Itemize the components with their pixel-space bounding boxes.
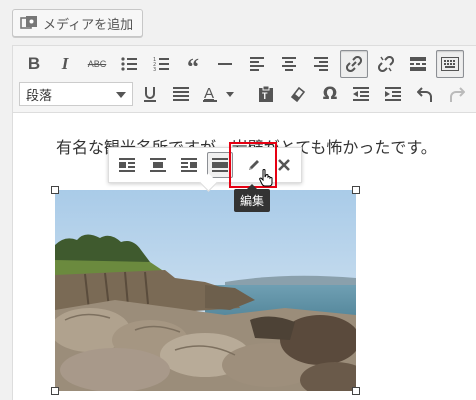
- numbered-list-button[interactable]: 123: [147, 50, 175, 78]
- editor-screen: メディアを追加 B I ABC 123 “ 段落 A T Ω 編集: [0, 0, 476, 400]
- bold-button[interactable]: B: [20, 50, 48, 78]
- resize-handle-top-left[interactable]: [51, 186, 59, 194]
- unlink-icon: [378, 56, 394, 72]
- redo-button[interactable]: [443, 80, 471, 108]
- horizontal-rule-icon: [218, 63, 232, 65]
- edit-tooltip: 編集: [234, 184, 271, 212]
- undo-button[interactable]: [411, 80, 439, 108]
- quote-icon: “: [187, 55, 199, 81]
- edit-tooltip-label: 編集: [240, 194, 265, 208]
- justify-icon: [173, 87, 189, 101]
- underline-button[interactable]: [136, 80, 164, 108]
- image-align-right-button[interactable]: [176, 152, 202, 178]
- format-select[interactable]: 段落: [19, 82, 133, 106]
- underline-icon: [144, 86, 156, 102]
- align-none-icon: [212, 158, 228, 172]
- text-color-icon: A: [203, 86, 234, 102]
- read-more-button[interactable]: [404, 50, 432, 78]
- paste-as-text-button[interactable]: T: [252, 80, 280, 108]
- bullet-list-icon: [121, 57, 137, 71]
- align-center-icon: [150, 158, 166, 172]
- indent-icon: [385, 87, 401, 101]
- blockquote-button[interactable]: “: [179, 50, 207, 81]
- italic-button[interactable]: I: [51, 50, 79, 78]
- bullet-list-button[interactable]: [115, 50, 143, 78]
- remove-link-button[interactable]: [372, 50, 400, 78]
- close-icon: [278, 159, 290, 171]
- add-media-label: メディアを追加: [43, 17, 134, 33]
- strikethrough-button[interactable]: ABC: [83, 50, 111, 78]
- image-align-center-button[interactable]: [145, 152, 171, 178]
- resize-handle-bottom-left[interactable]: [51, 387, 59, 395]
- align-right-icon: [314, 57, 328, 71]
- italic-icon: I: [61, 54, 69, 73]
- align-left-icon: [250, 57, 264, 71]
- read-more-icon: [410, 57, 426, 71]
- align-center-button[interactable]: [275, 50, 303, 78]
- align-center-icon: [282, 57, 296, 71]
- insert-link-button[interactable]: [340, 50, 368, 78]
- indent-button[interactable]: [379, 80, 407, 108]
- eraser-icon: [290, 86, 306, 102]
- special-character-button[interactable]: Ω: [316, 80, 344, 108]
- svg-text:A: A: [204, 86, 214, 102]
- align-right-button[interactable]: [307, 50, 335, 78]
- horizontal-rule-button[interactable]: [211, 50, 239, 78]
- justify-button[interactable]: [167, 80, 195, 108]
- text-color-button[interactable]: A: [199, 80, 239, 108]
- format-select-value: 段落: [26, 88, 53, 104]
- align-left-button[interactable]: [243, 50, 271, 78]
- clear-formatting-button[interactable]: [284, 80, 312, 108]
- link-icon: [346, 56, 362, 72]
- resize-handle-top-right[interactable]: [352, 186, 360, 194]
- redo-icon: [450, 87, 465, 102]
- bold-icon: B: [27, 54, 41, 73]
- align-left-icon: [119, 158, 135, 172]
- omega-icon: Ω: [322, 84, 338, 104]
- editor-toolbar: B I ABC 123 “ 段落 A T Ω: [13, 46, 476, 113]
- outdent-icon: [353, 87, 369, 101]
- svg-text:3: 3: [153, 67, 156, 71]
- editor-frame: B I ABC 123 “ 段落 A T Ω 編集: [12, 45, 476, 400]
- numbered-list-icon: 123: [153, 57, 169, 71]
- chevron-down-icon: [116, 92, 126, 98]
- add-media-button[interactable]: メディアを追加: [12, 9, 143, 37]
- hand-pointer-cursor-icon: [259, 169, 273, 191]
- align-right-icon: [181, 158, 197, 172]
- media-icon: [20, 15, 38, 31]
- coastal-rocks-photo: [55, 190, 356, 391]
- outdent-button[interactable]: [347, 80, 375, 108]
- keyboard-icon: [441, 57, 459, 71]
- toolbar-toggle-button[interactable]: [436, 50, 464, 78]
- strikethrough-icon: ABC: [87, 59, 107, 69]
- content-image[interactable]: [55, 190, 356, 391]
- image-align-left-button[interactable]: [114, 152, 140, 178]
- clipboard-icon: T: [259, 86, 273, 102]
- resize-handle-bottom-right[interactable]: [352, 387, 360, 395]
- undo-icon: [417, 87, 432, 102]
- svg-text:T: T: [262, 91, 268, 101]
